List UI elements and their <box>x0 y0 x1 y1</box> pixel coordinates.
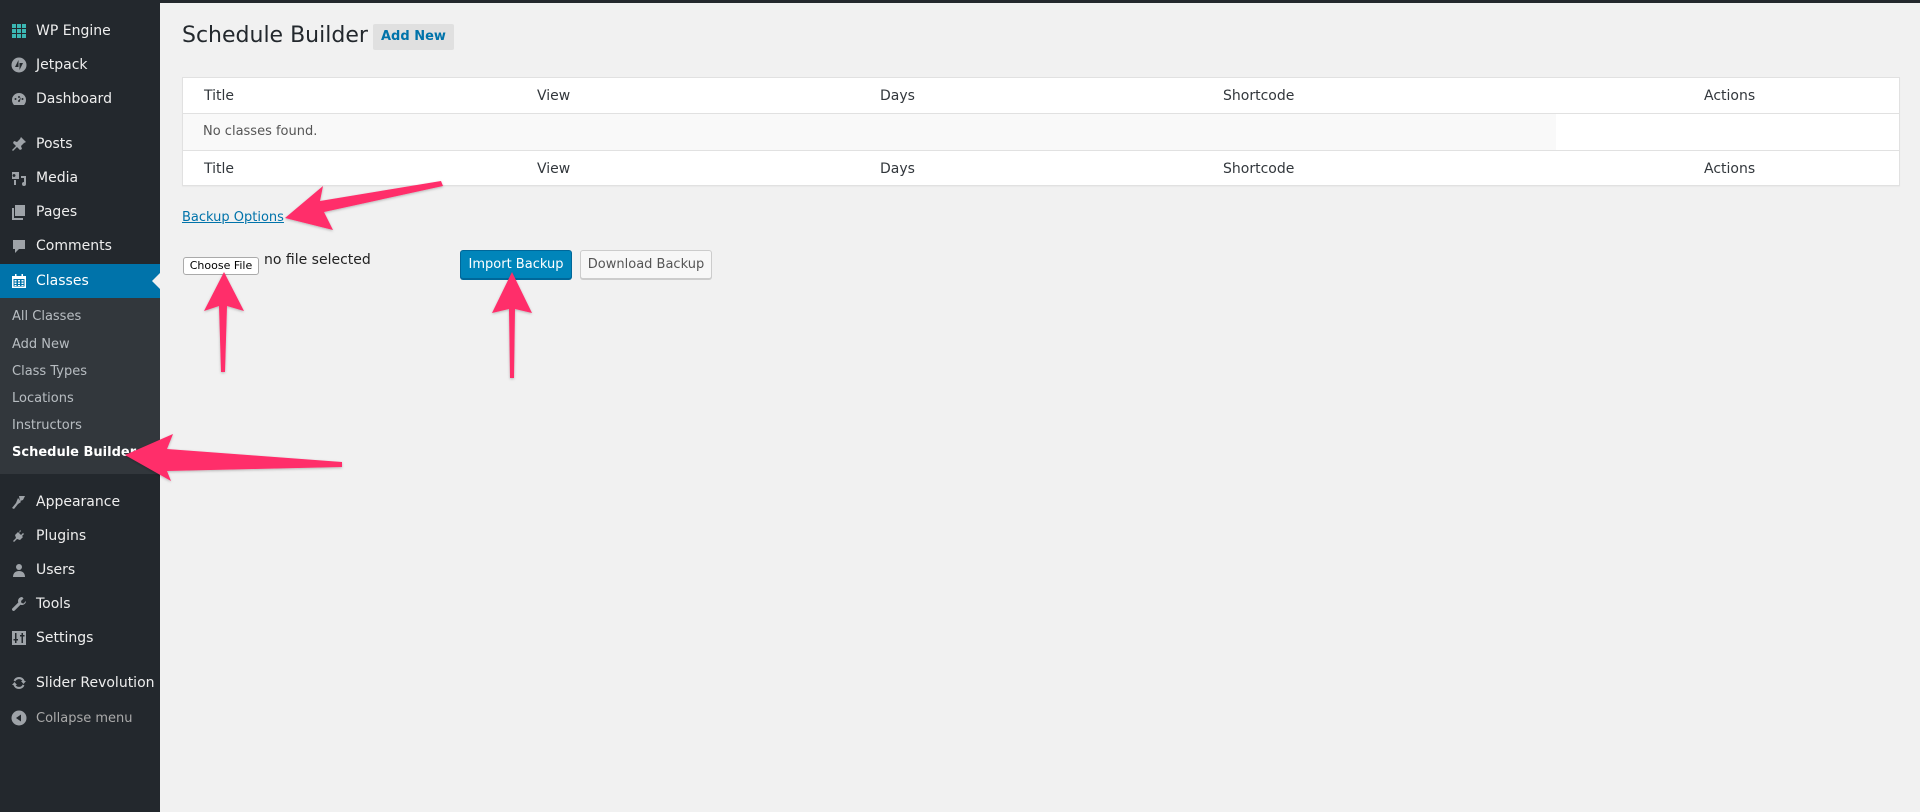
column-footer-days[interactable]: Days <box>880 151 915 187</box>
collapse-menu-label: Collapse menu <box>36 710 133 726</box>
refresh-icon <box>0 675 36 691</box>
menu-item-settings[interactable]: Settings <box>0 621 160 655</box>
column-footer-actions[interactable]: Actions <box>1704 151 1755 187</box>
admin-sidebar: WP Engine Jetpack Dashboard Posts Media … <box>0 0 160 812</box>
wrench-icon <box>0 596 36 612</box>
menu-item-label: Pages <box>36 204 78 220</box>
submenu-locations[interactable]: Locations <box>12 388 74 410</box>
column-header-days[interactable]: Days <box>880 78 915 114</box>
media-icon <box>0 170 36 186</box>
column-footer-view[interactable]: View <box>537 151 570 187</box>
download-backup-button[interactable]: Download Backup <box>580 250 712 279</box>
menu-item-appearance[interactable]: Appearance <box>0 485 160 519</box>
menu-item-label: Slider Revolution <box>36 675 155 691</box>
submenu-add-new[interactable]: Add New <box>12 334 70 356</box>
menu-item-label: Appearance <box>36 494 121 510</box>
menu-item-tools[interactable]: Tools <box>0 587 160 621</box>
menu-item-label: Plugins <box>36 528 87 544</box>
menu-item-pages[interactable]: Pages <box>0 195 160 229</box>
file-status-text: no file selected <box>264 252 371 268</box>
import-backup-button[interactable]: Import Backup <box>460 250 572 279</box>
menu-item-users[interactable]: Users <box>0 553 160 587</box>
menu-item-plugins[interactable]: Plugins <box>0 519 160 553</box>
classes-table: Title View Days Shortcode Actions No cla… <box>182 77 1900 186</box>
menu-item-label: WP Engine <box>36 23 111 39</box>
menu-item-label: Settings <box>36 630 94 646</box>
submenu-all-classes[interactable]: All Classes <box>12 306 81 328</box>
submenu-instructors[interactable]: Instructors <box>12 415 82 437</box>
plugin-icon <box>0 528 36 544</box>
empty-message: No classes found. <box>203 124 318 139</box>
column-footer-title[interactable]: Title <box>204 151 234 187</box>
menu-item-label: Dashboard <box>36 91 112 107</box>
collapse-menu-button[interactable]: Collapse menu <box>0 701 160 735</box>
menu-item-label: Comments <box>36 238 112 254</box>
classes-submenu: All Classes Add New Class Types Location… <box>0 298 160 474</box>
arrow-to-backup-options <box>285 181 443 230</box>
menu-item-media[interactable]: Media <box>0 161 160 195</box>
table-header-row: Title View Days Shortcode Actions <box>183 78 1899 114</box>
menu-item-jetpack[interactable]: Jetpack <box>0 48 160 82</box>
paintbrush-icon <box>0 494 36 510</box>
arrow-to-import-backup <box>492 272 532 378</box>
admin-bar <box>0 0 1920 3</box>
arrow-to-choose-file <box>204 272 244 372</box>
menu-item-label: Tools <box>36 596 71 612</box>
add-new-button[interactable]: Add New <box>373 24 454 50</box>
settings-icon <box>0 630 36 646</box>
menu-item-label: Classes <box>36 273 89 289</box>
user-icon <box>0 562 36 578</box>
column-header-shortcode[interactable]: Shortcode <box>1223 78 1294 114</box>
menu-item-classes[interactable]: Classes <box>0 264 160 298</box>
collapse-arrow-icon <box>0 710 36 726</box>
page-title: Schedule Builder <box>182 23 368 48</box>
menu-item-slider-revolution[interactable]: Slider Revolution <box>0 666 160 700</box>
menu-item-label: Media <box>36 170 79 186</box>
submenu-schedule-builder[interactable]: Schedule Builder <box>12 442 136 464</box>
comment-icon <box>0 238 36 254</box>
table-row-empty: No classes found. <box>183 114 1899 150</box>
menu-item-comments[interactable]: Comments <box>0 229 160 263</box>
menu-item-wp-engine[interactable]: WP Engine <box>0 14 160 48</box>
pin-icon <box>0 136 36 152</box>
menu-item-label: Users <box>36 562 76 578</box>
menu-item-label: Jetpack <box>36 57 88 73</box>
pages-icon <box>0 204 36 220</box>
wp-engine-icon <box>0 23 36 39</box>
menu-item-label: Posts <box>36 136 73 152</box>
column-footer-shortcode[interactable]: Shortcode <box>1223 151 1294 187</box>
menu-item-dashboard[interactable]: Dashboard <box>0 82 160 116</box>
menu-item-posts[interactable]: Posts <box>0 127 160 161</box>
jetpack-icon <box>0 57 36 73</box>
dashboard-icon <box>0 91 36 107</box>
table-footer-row: Title View Days Shortcode Actions <box>183 150 1899 186</box>
backup-options-link[interactable]: Backup Options <box>182 210 284 225</box>
calendar-icon <box>0 273 36 289</box>
column-header-title[interactable]: Title <box>204 78 234 114</box>
column-header-actions[interactable]: Actions <box>1704 78 1755 114</box>
column-header-view[interactable]: View <box>537 78 570 114</box>
submenu-class-types[interactable]: Class Types <box>12 361 87 383</box>
choose-file-button[interactable]: Choose File <box>183 257 259 275</box>
